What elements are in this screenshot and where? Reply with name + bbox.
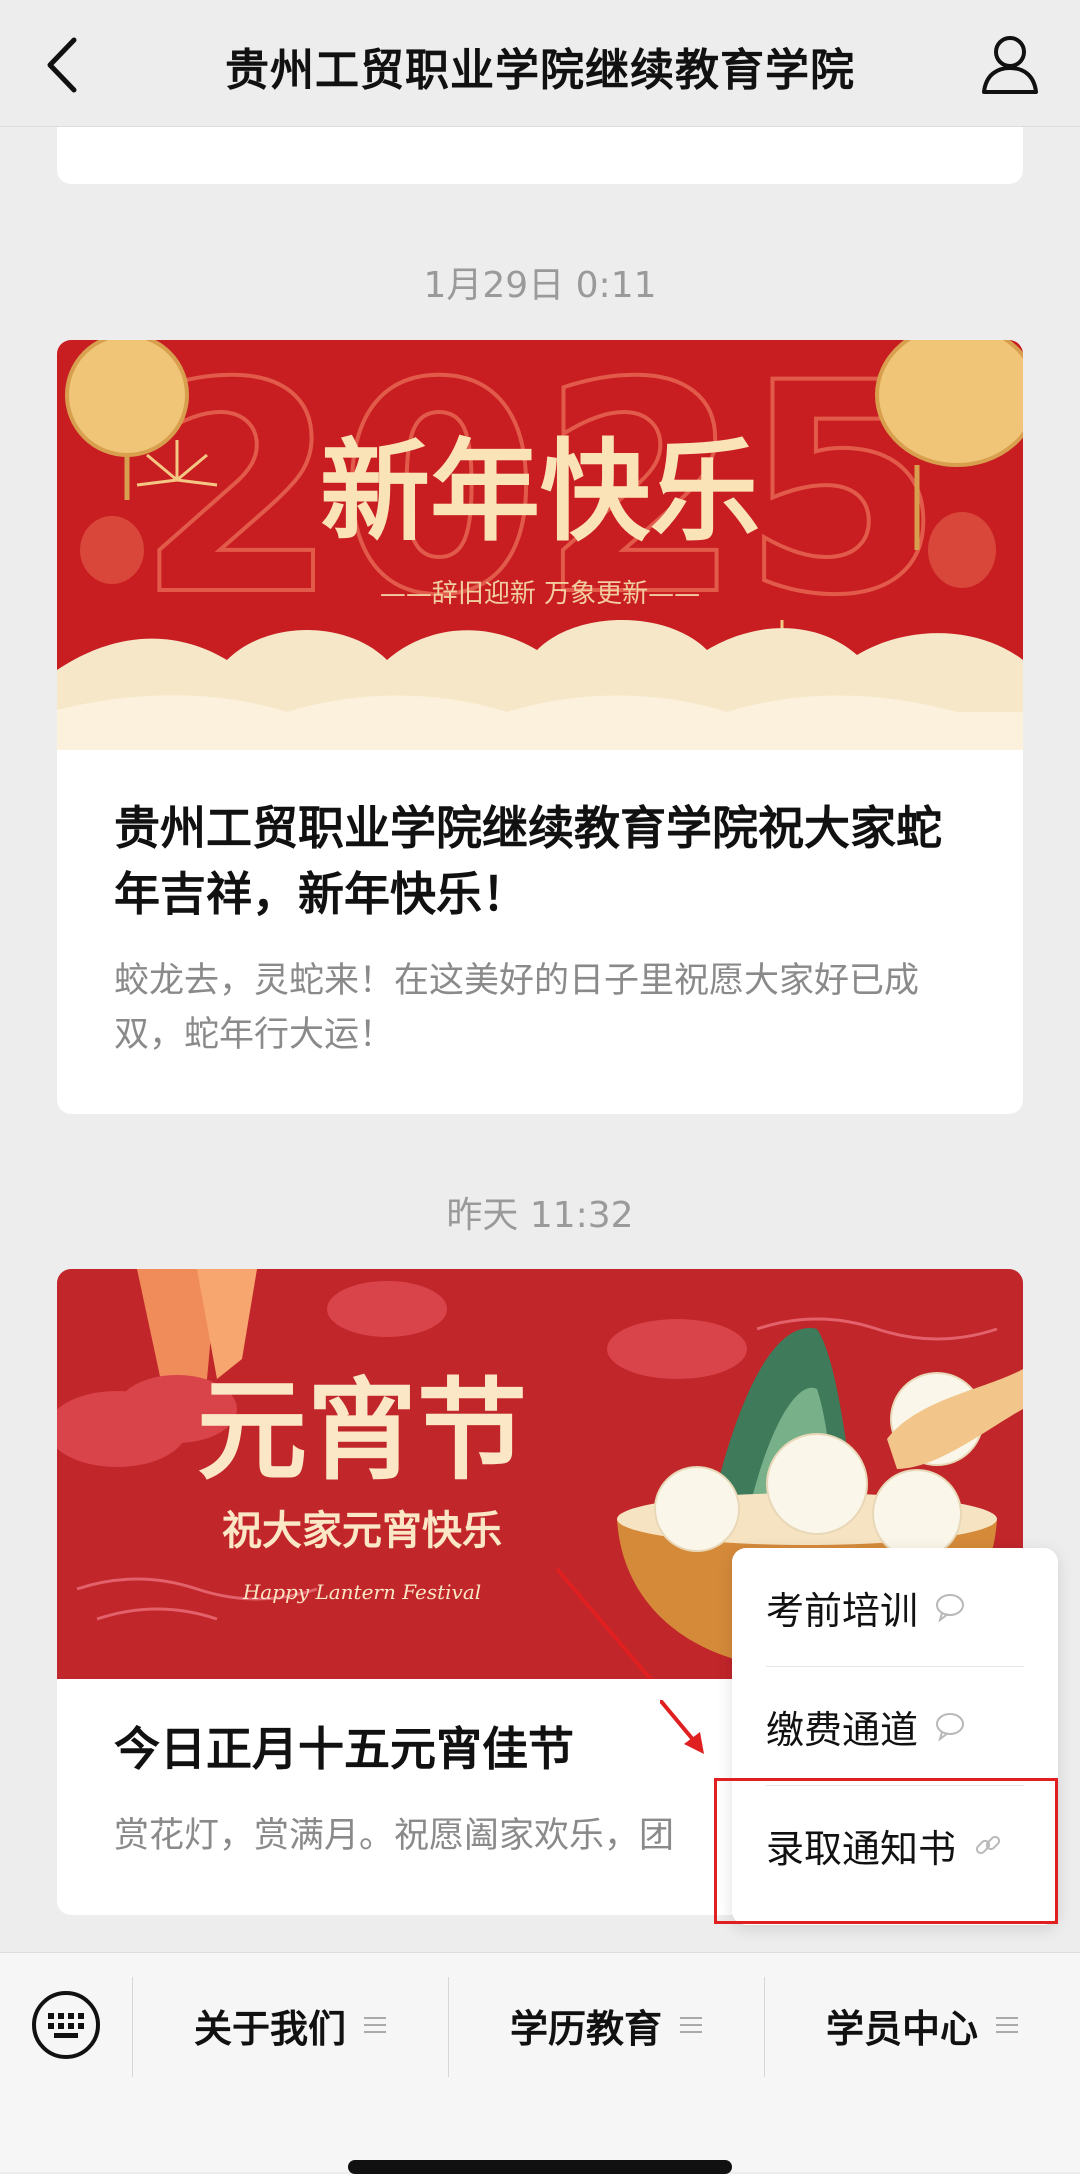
banner-english-text: Happy Lantern Festival: [242, 1580, 481, 1604]
menu-item-label: 考前培训: [766, 1588, 919, 1633]
chat-bubble-icon: [936, 1594, 965, 1623]
message-timestamp: 1月29日 0:11: [423, 265, 657, 306]
article-summary: 蛟龙去，灵蛇来！在这美好的日子里祝愿大家好已成双，蛇年行大运！: [114, 961, 920, 1055]
annotation-arrow-icon: [660, 1700, 704, 1754]
banner-main-text: 新年快乐: [320, 428, 760, 556]
menu-tab-label: 学历教育: [509, 2006, 662, 2051]
menu-item-payment[interactable]: 缴费通道: [766, 1667, 1024, 1785]
banner-sub-text: 祝大家元宵快乐: [222, 1508, 502, 1554]
nav-header: 贵州工贸职业学院继续教育学院: [0, 0, 1080, 127]
article-headline: 贵州工贸职业学院继续教育学院祝大家蛇年吉祥，新年快乐！: [114, 801, 942, 921]
menu-tab-education[interactable]: 学历教育: [449, 1953, 763, 2097]
home-indicator: [348, 2160, 732, 2174]
menu-tab-about-us[interactable]: 关于我们: [133, 1953, 447, 2097]
chat-bubble-icon: [936, 1713, 965, 1742]
list-menu-icon: [996, 2017, 1018, 2033]
new-year-banner-image: 2025 新年快乐 ——辞旧迎新 万象更新——: [57, 340, 1023, 750]
list-menu-icon: [364, 2017, 386, 2033]
profile-icon[interactable]: [980, 32, 1040, 96]
banner-main-text: 元宵节: [197, 1367, 527, 1495]
menu-item-label: 缴费通道: [766, 1707, 919, 1752]
back-arrow-icon[interactable]: [36, 30, 96, 100]
bottom-menu-bar: 关于我们 学历教育 学员中心: [0, 1952, 1080, 2172]
banner-sub-text: ——辞旧迎新 万象更新——: [380, 579, 700, 609]
menu-item-exam-training[interactable]: 考前培训: [766, 1548, 1024, 1666]
keyboard-icon[interactable]: [30, 1989, 102, 2061]
menu-tab-label: 关于我们: [193, 2006, 346, 2051]
message-timestamp: 昨天 11:32: [446, 1195, 634, 1236]
annotation-highlight-box: [714, 1778, 1058, 1924]
list-menu-icon: [680, 2017, 702, 2033]
menu-tab-student-center[interactable]: 学员中心: [765, 1953, 1079, 2097]
menu-tab-label: 学员中心: [825, 2006, 978, 2051]
article-card-new-year[interactable]: 2025 新年快乐 ——辞旧迎新 万象更新—— 贵州工贸职业学院继续教育学院祝大…: [57, 340, 1023, 1114]
page-title: 贵州工贸职业学院继续教育学院: [225, 45, 855, 96]
